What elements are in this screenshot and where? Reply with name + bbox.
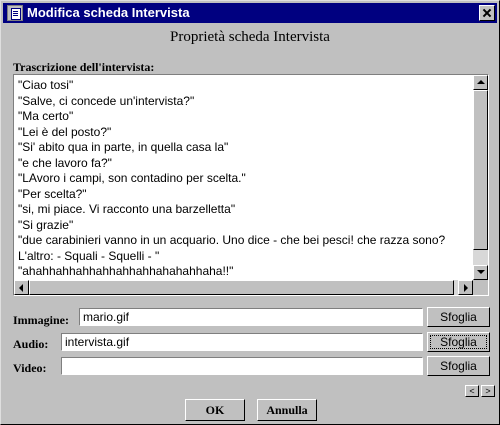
transcript-line: "si, mi piace. Vi racconto una barzellet… <box>18 202 236 216</box>
arrow-left-icon <box>19 284 23 292</box>
transcript-line: "Ma certo" <box>18 109 74 123</box>
audio-browse-button[interactable]: Sfoglia <box>427 332 490 352</box>
transcript-line: "LAvoro i campi, son contadino per scelt… <box>18 171 246 185</box>
immagine-field[interactable]: mario.gif <box>79 308 423 326</box>
transcript-line: "Ciao tosi" <box>18 78 74 92</box>
document-icon <box>7 5 23 21</box>
transcript-line: "Lei è del posto?" <box>18 124 112 139</box>
immagine-label: Immagine: <box>13 313 69 327</box>
scroll-right-button[interactable] <box>458 280 473 295</box>
transcript-line: "e che lavoro fa?" <box>18 155 112 170</box>
transcript-line: "due carabinieri vanno in un acquario. U… <box>18 233 446 247</box>
video-browse-button[interactable]: Sfoglia <box>427 356 490 376</box>
vertical-scrollbar[interactable] <box>473 75 488 280</box>
arrow-down-icon <box>477 270 485 274</box>
audio-label: Audio: <box>13 337 49 351</box>
prev-button[interactable]: < <box>465 385 479 397</box>
arrow-right-icon <box>464 284 468 292</box>
transcript-line: L'altro: - Squali - Squelli - " <box>18 248 160 263</box>
cancel-button[interactable]: Annulla <box>257 399 317 421</box>
close-icon[interactable] <box>479 5 495 21</box>
scrollbar-corner <box>473 280 488 295</box>
transcript-label: Trascrizione dell'intervista: <box>13 60 155 74</box>
scroll-down-button[interactable] <box>473 265 488 280</box>
dialog-window: Modifica scheda Intervista Proprietà sch… <box>0 0 500 425</box>
transcript-line: "Si grazie" <box>18 217 74 232</box>
ok-button[interactable]: OK <box>185 399 245 421</box>
transcript-line: "ahahhahhahhahhahhahhahahahhaha!!" <box>18 264 234 278</box>
window-title: Modifica scheda Intervista <box>27 5 190 20</box>
transcript-line: "Salve, ci concede un'intervista?" <box>18 93 195 108</box>
next-button[interactable]: > <box>481 385 495 397</box>
audio-field[interactable]: intervista.gif <box>61 333 423 351</box>
transcript-textarea[interactable]: "Ciao tosi" "Salve, ci concede un'interv… <box>13 74 489 296</box>
scroll-up-button[interactable] <box>473 75 488 90</box>
horizontal-scrollbar[interactable] <box>14 280 473 295</box>
horizontal-scroll-thumb[interactable] <box>29 280 454 295</box>
arrow-up-icon <box>477 80 485 84</box>
vertical-scroll-thumb[interactable] <box>473 90 488 250</box>
transcript-content[interactable]: "Ciao tosi" "Salve, ci concede un'interv… <box>14 75 473 280</box>
transcript-line: "Per scelta?" <box>18 186 87 201</box>
title-bar[interactable]: Modifica scheda Intervista <box>3 3 497 23</box>
immagine-browse-button[interactable]: Sfoglia <box>427 307 490 327</box>
scroll-left-button[interactable] <box>14 280 29 295</box>
video-label: Video: <box>13 361 47 375</box>
video-field[interactable] <box>61 357 423 375</box>
transcript-line: "Si' abito qua in parte, in quella casa … <box>18 140 229 154</box>
dialog-heading: Proprietà scheda Intervista <box>170 29 330 45</box>
